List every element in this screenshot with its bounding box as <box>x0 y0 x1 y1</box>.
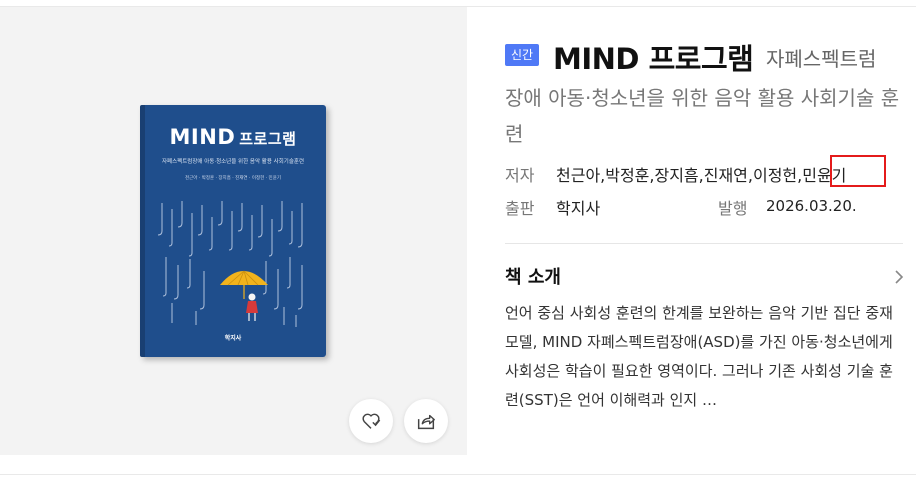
highlight-box <box>830 155 886 187</box>
cover-subtitle: 자폐스펙트럼장애 아동·청소년을 위한 음악 활용 사회기술훈련 <box>161 159 305 165</box>
book-subtitle: 장애 아동·청소년을 위한 음악 활용 사회기술 훈련 <box>505 86 900 146</box>
heart-plus-icon <box>362 413 381 429</box>
cover-panel: MIND 프로그램 자폐스펙트럼장애 아동·청소년을 위한 음악 활용 사회기술훈… <box>0 7 467 455</box>
section-divider <box>505 243 903 244</box>
book-cover[interactable]: MIND 프로그램 자폐스펙트럼장애 아동·청소년을 위한 음악 활용 사회기술훈… <box>140 105 326 357</box>
cover-illustration <box>157 201 303 327</box>
chevron-right-icon[interactable] <box>894 270 904 284</box>
cover-authors: 천근아 · 박정훈 · 장지흠 · 진재연 · 이정헌 · 민윤기 <box>185 176 281 181</box>
publish-date-label: 발행 <box>718 199 748 218</box>
publish-date: 2026.03.20. <box>766 197 857 215</box>
author-label: 저자 <box>505 166 535 185</box>
share-icon <box>417 414 435 430</box>
cover-title-en: MIND <box>169 125 236 149</box>
author-list[interactable]: 천근아,박정훈,장지흠,진재연,이정헌,민윤기 <box>556 162 846 186</box>
cover-title-kr: 프로그램 <box>239 130 297 148</box>
cover-title: MIND 프로그램 <box>140 125 326 149</box>
publisher-name[interactable]: 학지사 <box>556 195 600 219</box>
book-title-suffix: 자폐스펙트럼 <box>766 47 877 71</box>
bottom-divider <box>0 474 916 475</box>
cover-publisher: 학지사 <box>224 335 242 342</box>
book-title: MIND 프로그램 <box>553 42 754 76</box>
intro-title[interactable]: 책 소개 <box>505 263 561 289</box>
publisher-label: 출판 <box>505 199 535 218</box>
intro-text: 언어 중심 사회성 훈련의 한계를 보완하는 음악 기반 집단 중재 모델, M… <box>505 304 893 409</box>
like-button[interactable] <box>349 399 393 443</box>
share-button[interactable] <box>404 399 448 443</box>
new-badge: 신간 <box>505 44 540 66</box>
